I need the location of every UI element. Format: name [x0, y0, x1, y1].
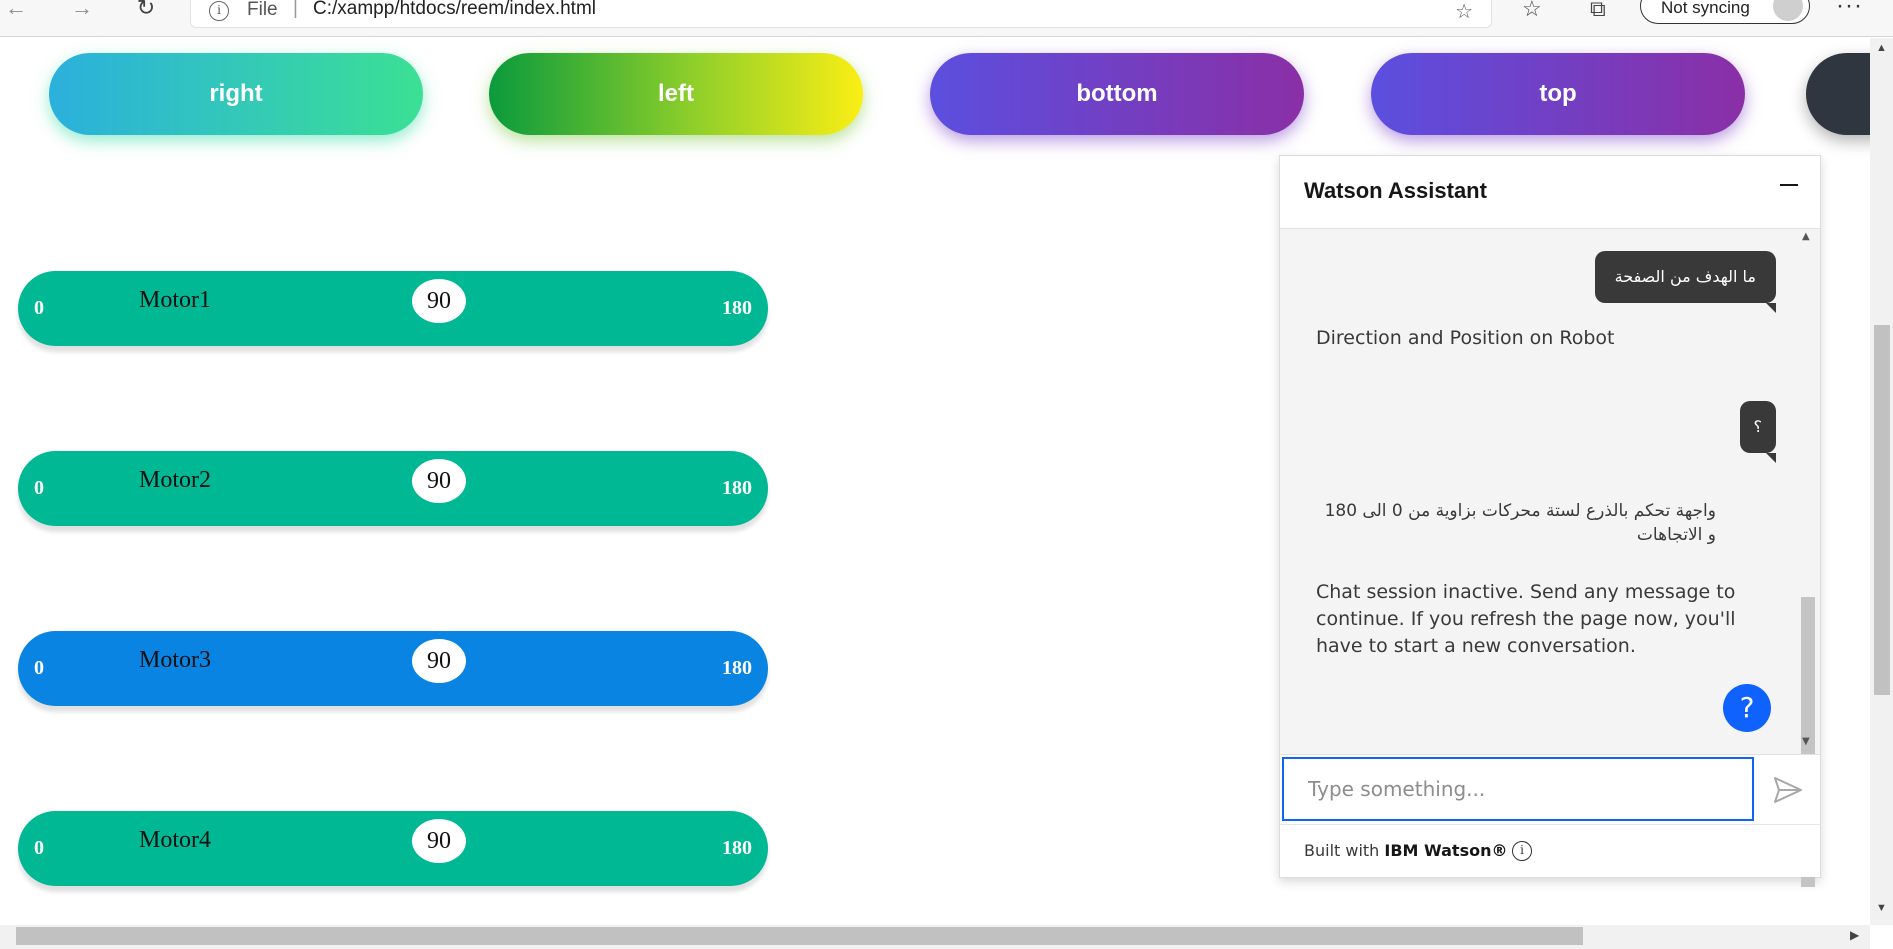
chat-footer: Built with IBM Watson® i — [1280, 824, 1820, 877]
motor-slider-knob[interactable]: 90 — [412, 819, 466, 863]
chat-input-row — [1280, 754, 1820, 825]
motor-name: Motor3 — [139, 647, 211, 673]
chat-header: Watson Assistant — [1280, 156, 1820, 229]
motor-max-label: 180 — [722, 837, 752, 859]
motor-slider-knob[interactable]: 90 — [412, 459, 466, 503]
favorites-icon[interactable]: ☆ — [1522, 0, 1542, 22]
watson-assistant-panel: Watson Assistant ما الهدف من الصفحة Dire… — [1279, 155, 1821, 887]
user-message: ؟ — [1739, 401, 1776, 463]
motor-name: Motor2 — [139, 467, 211, 493]
built-with-text: Built with IBM Watson® — [1304, 841, 1507, 860]
motor-max-label: 180 — [722, 477, 752, 499]
motor2-slider[interactable]: 0 Motor2 90 180 — [18, 451, 768, 526]
chat-messages: ما الهدف من الصفحة Direction and Positio… — [1280, 229, 1800, 754]
motor-max-label: 180 — [722, 657, 752, 679]
motor-slider-knob[interactable]: 90 — [412, 639, 466, 683]
user-message: ما الهدف من الصفحة — [1594, 251, 1777, 313]
forward-icon[interactable]: → — [66, 0, 98, 24]
direction-button-bottom[interactable]: bottom — [930, 53, 1304, 135]
address-separator: | — [293, 0, 298, 19]
chat-title: Watson Assistant — [1304, 178, 1487, 203]
session-inactive-message: Chat session inactive. Send any message … — [1316, 581, 1736, 657]
direction-button-right[interactable]: right — [49, 53, 423, 135]
motor4-slider[interactable]: 0 Motor4 90 180 — [18, 811, 768, 886]
chat-message-input[interactable] — [1282, 757, 1754, 821]
more-menu-icon[interactable]: ··· — [1836, 0, 1863, 20]
page-vertical-scroll-thumb[interactable] — [1874, 325, 1890, 695]
motor-name: Motor4 — [139, 827, 211, 853]
help-button[interactable]: ? — [1723, 684, 1771, 732]
back-icon[interactable]: ← — [0, 0, 32, 24]
motor-max-label: 180 — [722, 297, 752, 319]
bot-message: Direction and Position on Robot — [1316, 327, 1615, 349]
minimize-icon[interactable] — [1780, 184, 1798, 186]
profile-sync-button[interactable]: Not syncing — [1640, 0, 1810, 24]
motor-name: Motor1 — [139, 287, 211, 313]
motor-min-label: 0 — [34, 657, 44, 679]
page-vertical-scrollbar[interactable]: ▲ ▼ — [1870, 38, 1893, 925]
built-with-prefix: Built with — [1304, 841, 1385, 860]
info-icon[interactable]: i — [1512, 841, 1532, 861]
sync-label: Not syncing — [1661, 0, 1750, 17]
direction-button-top[interactable]: top — [1371, 53, 1745, 135]
chat-scrollbar[interactable]: ▲ ▼ — [1798, 229, 1818, 887]
address-file-label: File — [247, 0, 278, 20]
page-horizontal-scrollbar[interactable]: ▶ — [0, 925, 1870, 949]
motor-min-label: 0 — [34, 477, 44, 499]
address-bar[interactable]: i File | C:/xampp/htdocs/reem/index.html… — [190, 0, 1492, 28]
brand-name: IBM Watson® — [1384, 841, 1508, 860]
bot-message: واجهة تحكم بالذرع لستة محركات بزاوية من … — [1324, 501, 1716, 545]
motor-slider-knob[interactable]: 90 — [412, 279, 466, 323]
avatar — [1773, 0, 1803, 21]
send-icon[interactable] — [1772, 775, 1804, 805]
add-favorite-icon[interactable]: ☆ — [1455, 0, 1473, 24]
motor1-slider[interactable]: 0 Motor1 90 180 — [18, 271, 768, 346]
scroll-down-icon[interactable]: ▼ — [1876, 902, 1887, 914]
direction-button-left[interactable]: left — [489, 53, 863, 135]
reload-icon[interactable]: ↻ — [130, 0, 162, 24]
motor3-slider[interactable]: 0 Motor3 90 180 — [18, 631, 768, 706]
scroll-up-icon[interactable]: ▲ — [1876, 42, 1887, 54]
scroll-down-icon[interactable]: ▼ — [1802, 736, 1810, 747]
motor-min-label: 0 — [34, 297, 44, 319]
site-info-icon[interactable]: i — [209, 1, 229, 21]
address-url[interactable]: C:/xampp/htdocs/reem/index.html — [313, 0, 596, 20]
motor-min-label: 0 — [34, 837, 44, 859]
collections-icon[interactable]: ⧉ — [1590, 0, 1606, 22]
browser-toolbar: ← → ↻ i File | C:/xampp/htdocs/reem/inde… — [0, 0, 1893, 37]
scroll-right-icon[interactable]: ▶ — [1850, 928, 1859, 942]
page-horizontal-scroll-thumb[interactable] — [16, 927, 1583, 945]
